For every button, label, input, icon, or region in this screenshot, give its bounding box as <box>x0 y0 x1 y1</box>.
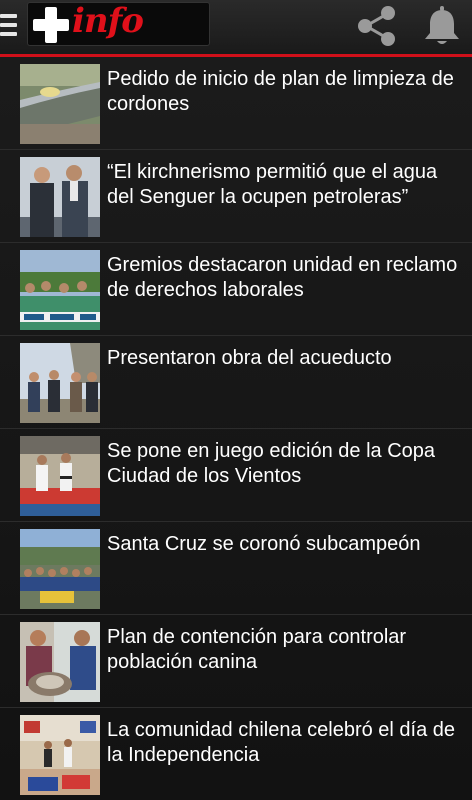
news-thumbnail <box>20 715 100 795</box>
news-thumbnail <box>20 343 100 423</box>
menu-icon[interactable] <box>0 14 20 38</box>
app-screen: info Pedido de inicio de plan de limpiez… <box>0 0 472 800</box>
news-title: “El kirchnerismo permitió que el agua de… <box>107 161 438 208</box>
news-title: Gremios destacaron unidad en reclamo de … <box>107 254 458 301</box>
news-item[interactable]: Se pone en juego edición de la Copa Ciud… <box>0 429 472 522</box>
news-thumbnail <box>20 436 100 516</box>
news-list: Pedido de inicio de plan de limpieza de … <box>0 57 472 800</box>
news-title: Se pone en juego edición de la Copa Ciud… <box>107 440 436 487</box>
news-item[interactable]: La comunidad chilena celebró el día de l… <box>0 708 472 800</box>
news-title: Pedido de inicio de plan de limpieza de … <box>107 68 454 115</box>
news-thumbnail <box>20 250 100 330</box>
bell-icon[interactable] <box>420 4 464 48</box>
cross-logo-icon <box>33 7 69 43</box>
news-thumbnail <box>20 529 100 609</box>
logo-text: info <box>72 1 144 41</box>
news-item[interactable]: “El kirchnerismo permitió que el agua de… <box>0 150 472 243</box>
news-thumbnail <box>20 157 100 237</box>
news-title: Presentaron obra del acueducto <box>107 347 392 369</box>
news-thumbnail <box>20 622 100 702</box>
news-item[interactable]: Pedido de inicio de plan de limpieza de … <box>0 57 472 150</box>
news-title: Plan de contención para controlar poblac… <box>107 626 407 673</box>
news-title: Santa Cruz se coronó subcampeón <box>107 533 421 555</box>
news-item[interactable]: Plan de contención para controlar poblac… <box>0 615 472 708</box>
news-title: La comunidad chilena celebró el día de l… <box>107 719 456 766</box>
news-item[interactable]: Santa Cruz se coronó subcampeón <box>0 522 472 615</box>
app-logo[interactable]: info <box>27 1 210 46</box>
top-app-bar: info <box>0 0 472 57</box>
share-icon[interactable] <box>354 4 400 48</box>
news-thumbnail <box>20 64 100 144</box>
news-item[interactable]: Presentaron obra del acueducto <box>0 336 472 429</box>
news-item[interactable]: Gremios destacaron unidad en reclamo de … <box>0 243 472 336</box>
